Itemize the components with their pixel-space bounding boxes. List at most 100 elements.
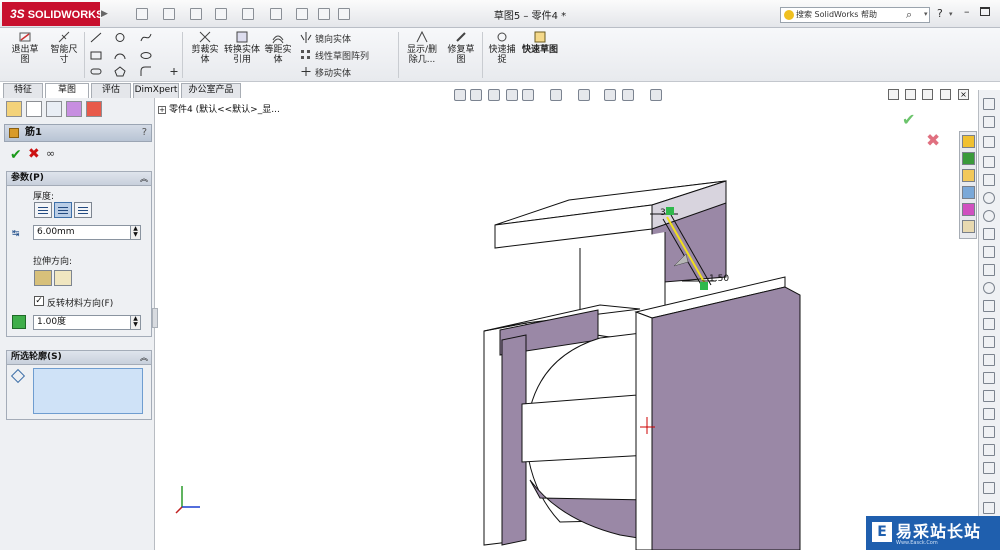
slot-icon[interactable] [983, 174, 995, 186]
convert-entities-button[interactable]: 转换实体引用 [224, 30, 260, 65]
section-view-icon[interactable] [506, 89, 518, 101]
centerline-icon[interactable] [983, 300, 995, 312]
detailed-preview-icon[interactable]: ∞ [46, 147, 55, 160]
thickness-second-side-button[interactable] [74, 202, 92, 218]
thickness-spinner[interactable]: ▲ ▼ [130, 226, 140, 239]
selected-contours-header[interactable]: 所选轮廓(S) ︽ [7, 351, 151, 365]
selected-contours-list[interactable] [33, 368, 143, 414]
arc-icon[interactable] [114, 50, 126, 61]
slot-icon[interactable] [90, 66, 102, 77]
rectangle-icon[interactable] [90, 50, 102, 61]
viewport-close-icon[interactable]: × [958, 89, 969, 100]
repair-icon[interactable] [983, 482, 995, 494]
exit-sketch-button[interactable]: 退出草图 [10, 30, 40, 65]
plane-icon[interactable] [983, 336, 995, 348]
configuration-manager-icon[interactable] [46, 101, 62, 117]
view-palette-icon[interactable] [962, 186, 975, 199]
viewport-tile-icon[interactable] [905, 89, 916, 100]
home-icon[interactable] [962, 135, 975, 148]
select-icon[interactable] [270, 8, 282, 20]
help-dropdown-icon[interactable]: ▾ [949, 10, 953, 18]
appearances-icon[interactable] [962, 203, 975, 216]
zoom-to-area-icon[interactable] [470, 89, 482, 101]
mirror-icon[interactable] [983, 408, 995, 420]
menu-expand-icon[interactable]: ▶ [101, 6, 111, 22]
parameters-group-header[interactable]: 参数(P) ︽ [7, 172, 151, 186]
extend-icon[interactable] [983, 372, 995, 384]
solidworks-logo[interactable]: 3S SOLIDWORKS [2, 2, 103, 26]
line-icon[interactable] [90, 32, 102, 43]
print-icon[interactable] [215, 8, 227, 20]
zoom-to-fit-icon[interactable] [454, 89, 466, 101]
draft-angle-spinner[interactable]: ▲ ▼ [130, 316, 140, 329]
linear-pattern-label[interactable]: 线性草图阵列 [315, 49, 369, 62]
polygon-icon[interactable] [114, 66, 126, 77]
rapid-sketch-button[interactable]: 快速草图 [522, 30, 558, 55]
ok-icon[interactable]: ✔ [10, 147, 22, 163]
dimxpert-manager-icon[interactable] [66, 101, 82, 117]
viewport-maximize-icon[interactable] [940, 89, 951, 100]
thickness-both-sides-button[interactable] [54, 202, 72, 218]
open-document-icon[interactable] [163, 8, 175, 20]
move-icon[interactable] [983, 444, 995, 456]
search-icon[interactable]: ⌕ [906, 8, 912, 22]
draft-toggle-icon[interactable] [12, 315, 26, 329]
extrude-normal-button[interactable] [54, 270, 72, 286]
apply-scene-icon[interactable] [622, 89, 634, 101]
display-delete-relations-button[interactable]: 显示/删除几... [404, 30, 440, 65]
offset-icon[interactable] [983, 390, 995, 402]
viewport-restore-icon[interactable] [888, 89, 899, 100]
thickness-input[interactable]: 6.00mm ▲ ▼ [33, 225, 141, 240]
ellipse-icon[interactable] [140, 50, 152, 61]
undo-icon[interactable] [242, 8, 254, 20]
circle-icon[interactable] [983, 192, 995, 204]
pm-help-button[interactable]: ? [142, 125, 147, 141]
design-library-icon[interactable] [962, 152, 975, 165]
tab-dimxpert[interactable]: DimXpert [133, 83, 179, 98]
property-manager-icon[interactable] [26, 101, 42, 117]
trim-entities-button[interactable]: 剪裁实体 [188, 30, 222, 65]
file-properties-icon[interactable] [318, 8, 330, 20]
circle-icon[interactable] [114, 32, 126, 43]
smart-dimension-button[interactable]: 智能尺寸 [48, 30, 80, 65]
viewport-cascade-icon[interactable] [922, 89, 933, 100]
rapid-sketch-icon[interactable] [983, 502, 995, 514]
repair-sketch-button[interactable]: 修复草图 [444, 30, 478, 65]
collapse-icon[interactable]: ︽ [140, 351, 148, 364]
hide-show-items-icon[interactable] [578, 89, 590, 101]
flip-material-checkbox[interactable]: ✓ [34, 296, 44, 306]
trim-icon[interactable] [983, 354, 995, 366]
line-icon[interactable] [983, 136, 995, 148]
text-icon[interactable] [983, 318, 995, 330]
linear-pattern-icon[interactable] [300, 49, 312, 60]
linear-pattern-icon[interactable] [983, 426, 995, 438]
tab-office-products[interactable]: 办公室产品 [181, 83, 241, 98]
cancel-icon[interactable]: ✖ [28, 146, 40, 162]
rectangle-icon[interactable] [983, 156, 995, 168]
maximize-icon[interactable] [980, 7, 990, 16]
spline-icon[interactable] [140, 32, 152, 43]
file-explorer-icon[interactable] [962, 169, 975, 182]
rebuild-icon[interactable] [296, 8, 308, 20]
view-settings-icon[interactable] [650, 89, 662, 101]
ellipse-icon[interactable] [983, 246, 995, 258]
smart-dimension-icon[interactable] [983, 116, 995, 128]
view-orientation-icon[interactable] [522, 89, 534, 101]
point-icon[interactable] [983, 282, 995, 294]
search-dropdown-icon[interactable]: ▾ [924, 10, 928, 18]
edit-appearance-icon[interactable] [604, 89, 616, 101]
tab-evaluate[interactable]: 评估 [91, 83, 131, 98]
new-document-icon[interactable] [136, 8, 148, 20]
minimize-icon[interactable]: – [964, 5, 970, 18]
move-entities-icon[interactable] [300, 66, 312, 77]
mirror-icon[interactable] [300, 32, 312, 43]
options-icon[interactable] [338, 8, 350, 20]
draft-angle-input[interactable]: 1.00度 ▲ ▼ [33, 315, 141, 330]
collapse-icon[interactable]: ︽ [140, 172, 148, 185]
fillet-icon[interactable] [983, 264, 995, 276]
fillet-icon[interactable] [140, 66, 152, 77]
help-button[interactable]: ? [937, 7, 943, 20]
extrude-parallel-button[interactable] [34, 270, 52, 286]
custom-properties-icon[interactable] [962, 220, 975, 233]
move-entities-label[interactable]: 移动实体 [315, 66, 351, 79]
